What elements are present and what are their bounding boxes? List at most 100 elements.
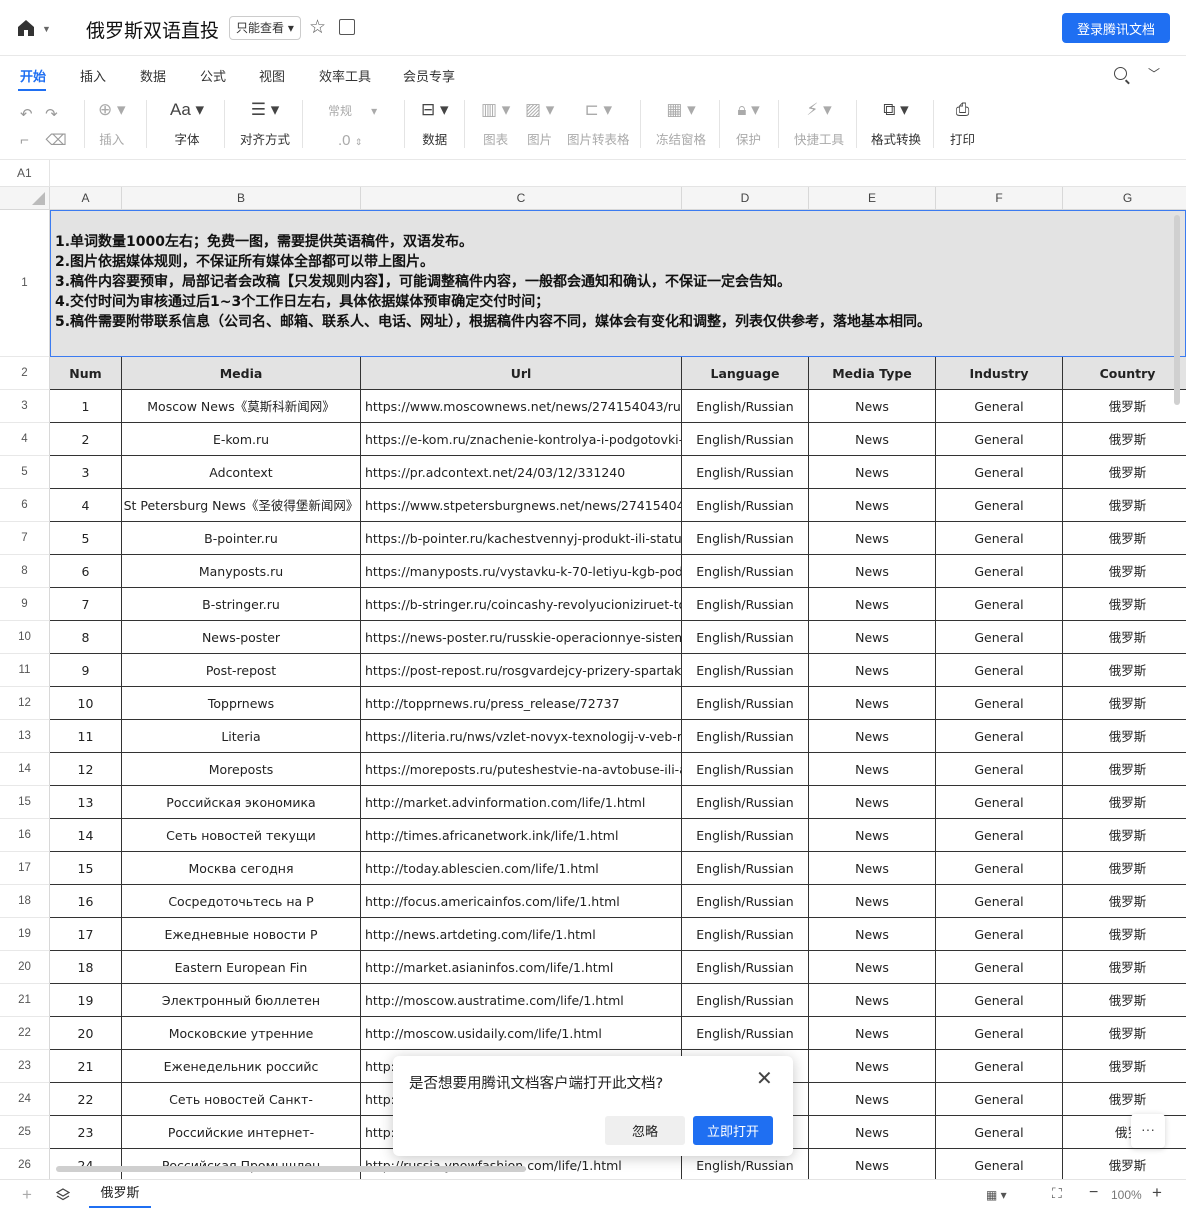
row-header[interactable]: 16 (0, 819, 50, 852)
sheet-tab[interactable]: 俄罗斯 (89, 1180, 151, 1208)
table-cell[interactable]: General (936, 885, 1063, 918)
table-cell[interactable]: English/Russian (682, 753, 809, 786)
table-cell[interactable]: English/Russian (682, 720, 809, 753)
table-cell[interactable]: News (809, 522, 936, 555)
number-format-select[interactable]: 常规 ▾ (316, 100, 388, 122)
table-cell[interactable]: News (809, 555, 936, 588)
table-cell[interactable]: Ежедневные новости Р (122, 918, 361, 951)
table-cell[interactable]: General (936, 951, 1063, 984)
row-header[interactable]: 1 (0, 210, 50, 357)
table-cell[interactable]: 俄罗斯 (1063, 489, 1186, 522)
table-cell[interactable]: 22 (50, 1083, 122, 1116)
table-cell[interactable]: 俄罗斯 (1063, 819, 1186, 852)
table-cell[interactable]: News (809, 423, 936, 456)
column-header-g[interactable]: G (1063, 187, 1186, 210)
table-cell[interactable]: B-stringer.ru (122, 588, 361, 621)
table-cell[interactable]: Сеть новостей Санкт- (122, 1083, 361, 1116)
table-cell[interactable]: Сосредоточьтесь на Р (122, 885, 361, 918)
table-cell[interactable]: News (809, 951, 936, 984)
chart-button[interactable]: ▥ ▾ 图表 (481, 98, 510, 148)
table-cell[interactable]: English/Russian (682, 984, 809, 1017)
row-header[interactable]: 26 (0, 1149, 50, 1179)
tab-start[interactable]: 开始 (20, 66, 46, 85)
row-header[interactable]: 17 (0, 852, 50, 885)
table-cell[interactable]: 10 (50, 687, 122, 720)
table-cell[interactable]: English/Russian (682, 588, 809, 621)
table-cell[interactable]: English/Russian (682, 456, 809, 489)
table-cell[interactable]: News (809, 819, 936, 852)
decimal-button[interactable]: .0 ⇕ (338, 132, 362, 149)
home-dropdown-icon[interactable]: ▼ (42, 24, 51, 34)
table-cell[interactable]: http://moscow.usidaily.com/life/1.html (361, 1017, 682, 1050)
row-header[interactable]: 23 (0, 1050, 50, 1083)
table-cell[interactable]: General (936, 555, 1063, 588)
table-cell[interactable]: Сеть новостей текущи (122, 819, 361, 852)
table-cell[interactable]: 9 (50, 654, 122, 687)
open-now-button[interactable]: 立即打开 (693, 1116, 773, 1145)
row-header[interactable]: 12 (0, 687, 50, 720)
table-cell[interactable]: News (809, 852, 936, 885)
freeze-button[interactable]: ▦ ▾ 冻结窗格 (656, 98, 706, 148)
table-cell[interactable]: 俄罗斯 (1063, 852, 1186, 885)
table-cell[interactable]: http://times.africanetwork.ink/life/1.ht… (361, 819, 682, 852)
table-cell[interactable]: 14 (50, 819, 122, 852)
chevron-down-icon[interactable]: ﹀ (1148, 65, 1160, 82)
table-cell[interactable]: B-pointer.ru (122, 522, 361, 555)
table-cell[interactable]: News (809, 1149, 936, 1179)
table-cell[interactable]: http://news.artdeting.com/life/1.html (361, 918, 682, 951)
table-cell[interactable]: 1 (50, 390, 122, 423)
table-cell[interactable]: http://focus.americainfos.com/life/1.htm… (361, 885, 682, 918)
undo-icon[interactable]: ↶ (20, 106, 33, 123)
table-cell[interactable]: 12 (50, 753, 122, 786)
insert-button[interactable]: ⊕ ▾ 插入 (98, 98, 126, 148)
row-header[interactable]: 25 (0, 1116, 50, 1149)
table-cell[interactable]: 19 (50, 984, 122, 1017)
table-cell[interactable]: General (936, 786, 1063, 819)
table-cell[interactable]: General (936, 1083, 1063, 1116)
table-cell[interactable]: English/Russian (682, 786, 809, 819)
tab-member[interactable]: 会员专享 (403, 66, 455, 85)
table-cell[interactable]: http://today.ablescien.com/life/1.html (361, 852, 682, 885)
table-cell[interactable]: http://topprnews.ru/press_release/72737 (361, 687, 682, 720)
table-cell[interactable]: https://news-poster.ru/russkie-operacion… (361, 621, 682, 654)
table-cell[interactable]: 24 (50, 1149, 122, 1179)
note-icon[interactable] (339, 19, 355, 35)
table-cell[interactable]: English/Russian (682, 654, 809, 687)
table-cell[interactable]: News (809, 918, 936, 951)
vertical-scrollbar[interactable] (1174, 215, 1180, 405)
table-cell[interactable]: Еженедельник российс (122, 1050, 361, 1083)
row-header[interactable]: 2 (0, 357, 50, 390)
table-cell[interactable]: General (936, 654, 1063, 687)
table-cell[interactable]: 6 (50, 555, 122, 588)
row-header[interactable]: 9 (0, 588, 50, 621)
redo-icon[interactable]: ↷ (45, 106, 58, 123)
table-cell[interactable]: 11 (50, 720, 122, 753)
tab-efficiency[interactable]: 效率工具 (319, 66, 371, 85)
header-cell[interactable]: Num (50, 357, 122, 390)
table-cell[interactable]: News (809, 621, 936, 654)
protect-button[interactable]: 🔒︎ ▾ 保护 (736, 98, 761, 148)
data-button[interactable]: ⊟ ▾ 数据 (421, 98, 449, 148)
layers-icon[interactable] (56, 1188, 70, 1202)
row-header[interactable]: 22 (0, 1017, 50, 1050)
row-header[interactable]: 11 (0, 654, 50, 687)
table-cell[interactable]: General (936, 984, 1063, 1017)
table-cell[interactable]: English/Russian (682, 1017, 809, 1050)
table-cell[interactable]: News (809, 1017, 936, 1050)
header-cell[interactable]: Media Type (809, 357, 936, 390)
table-cell[interactable]: Москва сегодня (122, 852, 361, 885)
tab-formula[interactable]: 公式 (200, 66, 226, 85)
table-cell[interactable]: https://literia.ru/nws/vzlet-novyx-texno… (361, 720, 682, 753)
table-cell[interactable]: English/Russian (682, 390, 809, 423)
table-cell[interactable]: 俄罗斯 (1063, 654, 1186, 687)
table-cell[interactable]: News (809, 654, 936, 687)
table-cell[interactable]: News (809, 1116, 936, 1149)
star-icon[interactable]: ☆ (309, 16, 326, 39)
table-cell[interactable]: News (809, 489, 936, 522)
table-cell[interactable]: 7 (50, 588, 122, 621)
table-cell[interactable]: General (936, 687, 1063, 720)
table-cell[interactable]: 2 (50, 423, 122, 456)
table-cell[interactable]: E-kom.ru (122, 423, 361, 456)
format-painter-icon[interactable]: ⌐ (20, 132, 29, 149)
table-cell[interactable]: Eastern European Fin (122, 951, 361, 984)
